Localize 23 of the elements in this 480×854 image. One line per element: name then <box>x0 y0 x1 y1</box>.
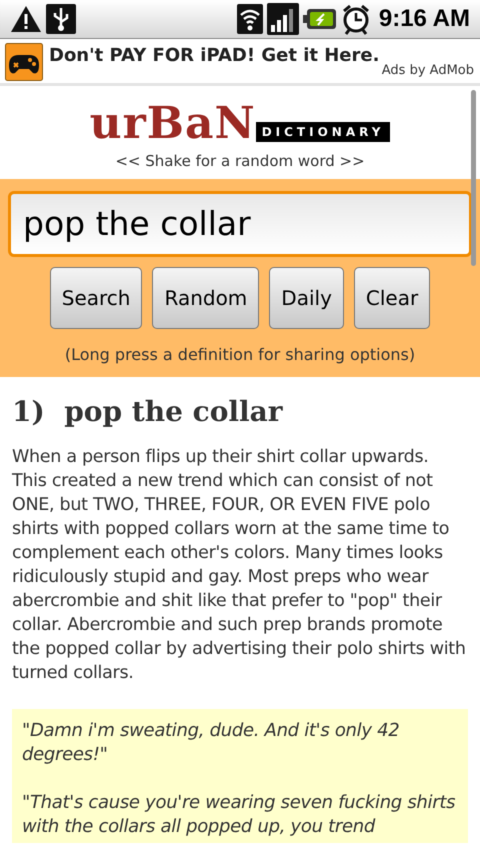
shake-hint: << Shake for a random word >> <box>115 151 365 172</box>
logo-word: urBaN <box>90 102 256 146</box>
definition-text: When a person flips up their shirt collar upwards. This created a new trend which can consist of not ONE, but TWO, THREE, FOUR, OR EVEN FIVE polo shirts with popped collars worn at the same time to complement each other's colors. Many times looks ridiculously stupid and gay. Most preps who wear abercrombie and shit like that prefer to "pop" their collar. Abercrombie and such prep brands promote the popped collar by advertising their polo shirts with turned collars. <box>12 446 467 684</box>
search-field[interactable]: pop the collar <box>8 190 472 256</box>
clock-time: 9:16 AM <box>378 4 470 34</box>
alarm-clock-icon <box>340 3 371 35</box>
ad-attribution: Ads by AdMob <box>382 62 474 80</box>
wifi-icon <box>236 4 263 34</box>
ad-text: Don't PAY FOR iPAD! Get it Here. <box>49 45 380 67</box>
warning-icon <box>10 5 42 33</box>
gamepad-icon <box>5 43 43 81</box>
example-text: "That's cause you're wearing seven fucking shirts with the collars all popped up, you trend <box>22 790 456 838</box>
action-button[interactable]: Daily <box>269 266 344 328</box>
action-button[interactable]: Random <box>152 266 260 328</box>
definition-title: 1) pop the collar <box>12 394 284 430</box>
battery-charging-icon <box>302 8 337 30</box>
action-button[interactable]: Clear <box>354 266 430 328</box>
signal-icon <box>266 3 299 35</box>
usb-icon <box>46 4 76 34</box>
example-text: "Damn i'm sweating, dude. And it's only 42 degrees!" <box>22 718 400 766</box>
action-button[interactable]: Search <box>50 266 142 328</box>
logo-banner: DICTIONARY <box>256 122 390 142</box>
sharing-hint: (Long press a definition for sharing options) <box>64 344 416 366</box>
